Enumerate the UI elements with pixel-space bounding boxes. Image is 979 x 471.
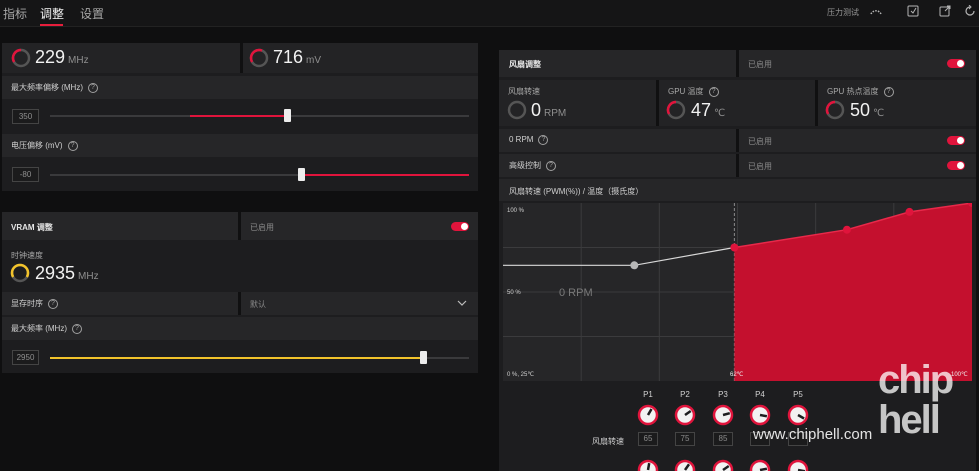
- fan-point-temp-knob-1[interactable]: [637, 459, 659, 471]
- fan-point-temp-knob-2[interactable]: [674, 459, 696, 471]
- zero-rpm-toggle[interactable]: [947, 136, 965, 145]
- import-icon[interactable]: [906, 5, 920, 19]
- fan-point-temp-knob-4[interactable]: [749, 459, 771, 471]
- advanced-control-status: 已启用: [748, 162, 772, 171]
- tab-settings[interactable]: 设置: [80, 5, 104, 22]
- vram-title: VRAM 调整: [11, 223, 53, 232]
- knob-label-2: P2: [680, 390, 690, 399]
- knob-label-4: P4: [755, 390, 765, 399]
- help-icon[interactable]: ?: [883, 86, 894, 97]
- knob-label-3: P3: [718, 390, 728, 399]
- help-icon[interactable]: ?: [72, 323, 82, 334]
- zero-rpm-overlay: 0 RPM: [559, 287, 593, 299]
- gpu-tuning-panel: 229 MHz 716 mV 最大频率偏移 (MHz)? 350 电压偏移 (mV)…: [2, 43, 478, 191]
- hotspot-temp-gauge-icon: [825, 100, 845, 120]
- fan-point-value-2[interactable]: 75: [675, 432, 695, 446]
- fan-curve-title: 风扇转速 (PWM(%)) / 温度（摄氏度）: [509, 187, 644, 196]
- help-icon[interactable]: ?: [708, 86, 719, 97]
- tab-tuning[interactable]: 调整: [40, 5, 64, 22]
- fan-curve-point-1: [730, 243, 739, 252]
- voltage-gauge-icon: [249, 48, 269, 68]
- help-icon[interactable]: ?: [538, 135, 549, 145]
- fan-readout-row: [499, 80, 976, 126]
- fan-curve-point-3: [905, 207, 914, 216]
- knob-row-label: 风扇转速: [592, 437, 624, 446]
- vram-clock-readout: 2935 MHz: [35, 263, 99, 283]
- fan-point-knob-3[interactable]: [712, 404, 734, 426]
- tick-label-threshold: 62℃: [730, 372, 744, 378]
- tick-label-origin: 0 %, 25℃: [507, 372, 534, 378]
- export-icon[interactable]: [938, 5, 952, 19]
- fan-speed-readout: 0 RPM: [531, 100, 567, 120]
- voltage-offset-fill: [302, 174, 469, 176]
- fan-status: 已启用: [748, 60, 772, 69]
- fan-toggle[interactable]: [947, 59, 965, 68]
- tick-label-top-left: 100 %: [507, 208, 525, 214]
- clock-gauge-icon: [11, 48, 31, 68]
- tab-metrics[interactable]: 指标: [3, 5, 27, 22]
- fan-title: 风扇调整: [509, 60, 541, 69]
- hotspot-temp-label: GPU 热点温度?: [827, 86, 894, 97]
- max-freq-offset-value[interactable]: 350: [12, 109, 39, 124]
- gpu-voltage-readout: 716 mV: [273, 47, 322, 67]
- fan-speed-label: 风扇转速: [508, 87, 540, 96]
- zero-rpm-status: 已启用: [748, 137, 772, 146]
- gpu-temp-readout: 47 ℃: [691, 100, 726, 120]
- knob-label-5: P5: [793, 390, 803, 399]
- reset-icon[interactable]: [963, 4, 977, 19]
- help-icon[interactable]: ?: [48, 298, 58, 309]
- fan-point-knob-5[interactable]: [787, 404, 809, 426]
- advanced-control-label: 高级控制?: [509, 160, 556, 171]
- fan-point-temp-knob-3[interactable]: [712, 459, 734, 471]
- fan-curve-point-2: [842, 225, 851, 234]
- fan-point-value-1[interactable]: 65: [638, 432, 658, 446]
- vram-toggle[interactable]: [451, 222, 469, 231]
- stress-test-gauge-icon[interactable]: [869, 5, 883, 19]
- max-freq-offset-fill: [190, 115, 288, 117]
- vram-max-freq-fill: [50, 357, 423, 359]
- tick-label-mid-left: 50 %: [507, 290, 521, 296]
- memory-timing-label: 显存时序?: [11, 298, 58, 309]
- vram-status: 已启用: [250, 223, 274, 232]
- memory-timing-select[interactable]: 默认: [250, 299, 266, 310]
- fan-point-knob-1[interactable]: [637, 404, 659, 426]
- advanced-control-toggle[interactable]: [947, 161, 965, 170]
- fan-point-temp-knob-5[interactable]: [787, 459, 809, 471]
- help-icon[interactable]: ?: [88, 82, 98, 93]
- fan-curve-point-inactive: [630, 261, 639, 270]
- hotspot-temp-readout: 50 ℃: [850, 100, 885, 120]
- fan-point-value-3[interactable]: 85: [713, 432, 733, 446]
- fan-point-knob-2[interactable]: [674, 404, 696, 426]
- vram-clock-gauge-icon: [10, 263, 30, 283]
- vram-clock-label: 时钟速度: [11, 251, 43, 260]
- gpu-temp-gauge-icon: [666, 100, 686, 120]
- voltage-offset-thumb[interactable]: [298, 168, 305, 181]
- gpu-temp-label: GPU 温度?: [668, 86, 719, 97]
- stress-test-label[interactable]: 压力测试: [827, 7, 859, 18]
- max-freq-offset-thumb[interactable]: [284, 109, 291, 122]
- vram-tuning-panel: VRAM 调整 已启用 时钟速度 2935 MHz 显存时序? 默认 最大频率 (…: [2, 212, 478, 373]
- help-icon[interactable]: ?: [546, 160, 556, 171]
- knob-label-1: P1: [643, 390, 653, 399]
- voltage-offset-value[interactable]: -80: [12, 167, 39, 182]
- active-tab-indicator: [40, 24, 63, 26]
- watermark-logo: chip hell: [878, 358, 954, 442]
- gpu-clock-readout: 229 MHz: [35, 47, 89, 67]
- voltage-offset-label: 电压偏移 (mV)?: [11, 140, 78, 151]
- max-freq-offset-label: 最大频率偏移 (MHz)?: [11, 82, 98, 93]
- vram-max-freq-value[interactable]: 2950: [12, 350, 39, 365]
- vram-max-freq-thumb[interactable]: [420, 351, 427, 364]
- fan-curve-chart[interactable]: 100 % 50 % 0 %, 25℃ 62℃ 100℃ 0 RPM: [503, 203, 972, 381]
- top-bar: 指标 调整 设置 压力测试: [0, 0, 979, 27]
- zero-rpm-label: 0 RPM?: [509, 135, 549, 145]
- chevron-down-icon[interactable]: [457, 299, 467, 307]
- watermark-url: www.chiphell.com: [753, 426, 873, 443]
- fan-point-knob-4[interactable]: [749, 404, 771, 426]
- vram-max-freq-label: 最大频率 (MHz)?: [11, 323, 82, 334]
- fan-speed-gauge-icon: [507, 100, 527, 120]
- help-icon[interactable]: ?: [67, 140, 78, 151]
